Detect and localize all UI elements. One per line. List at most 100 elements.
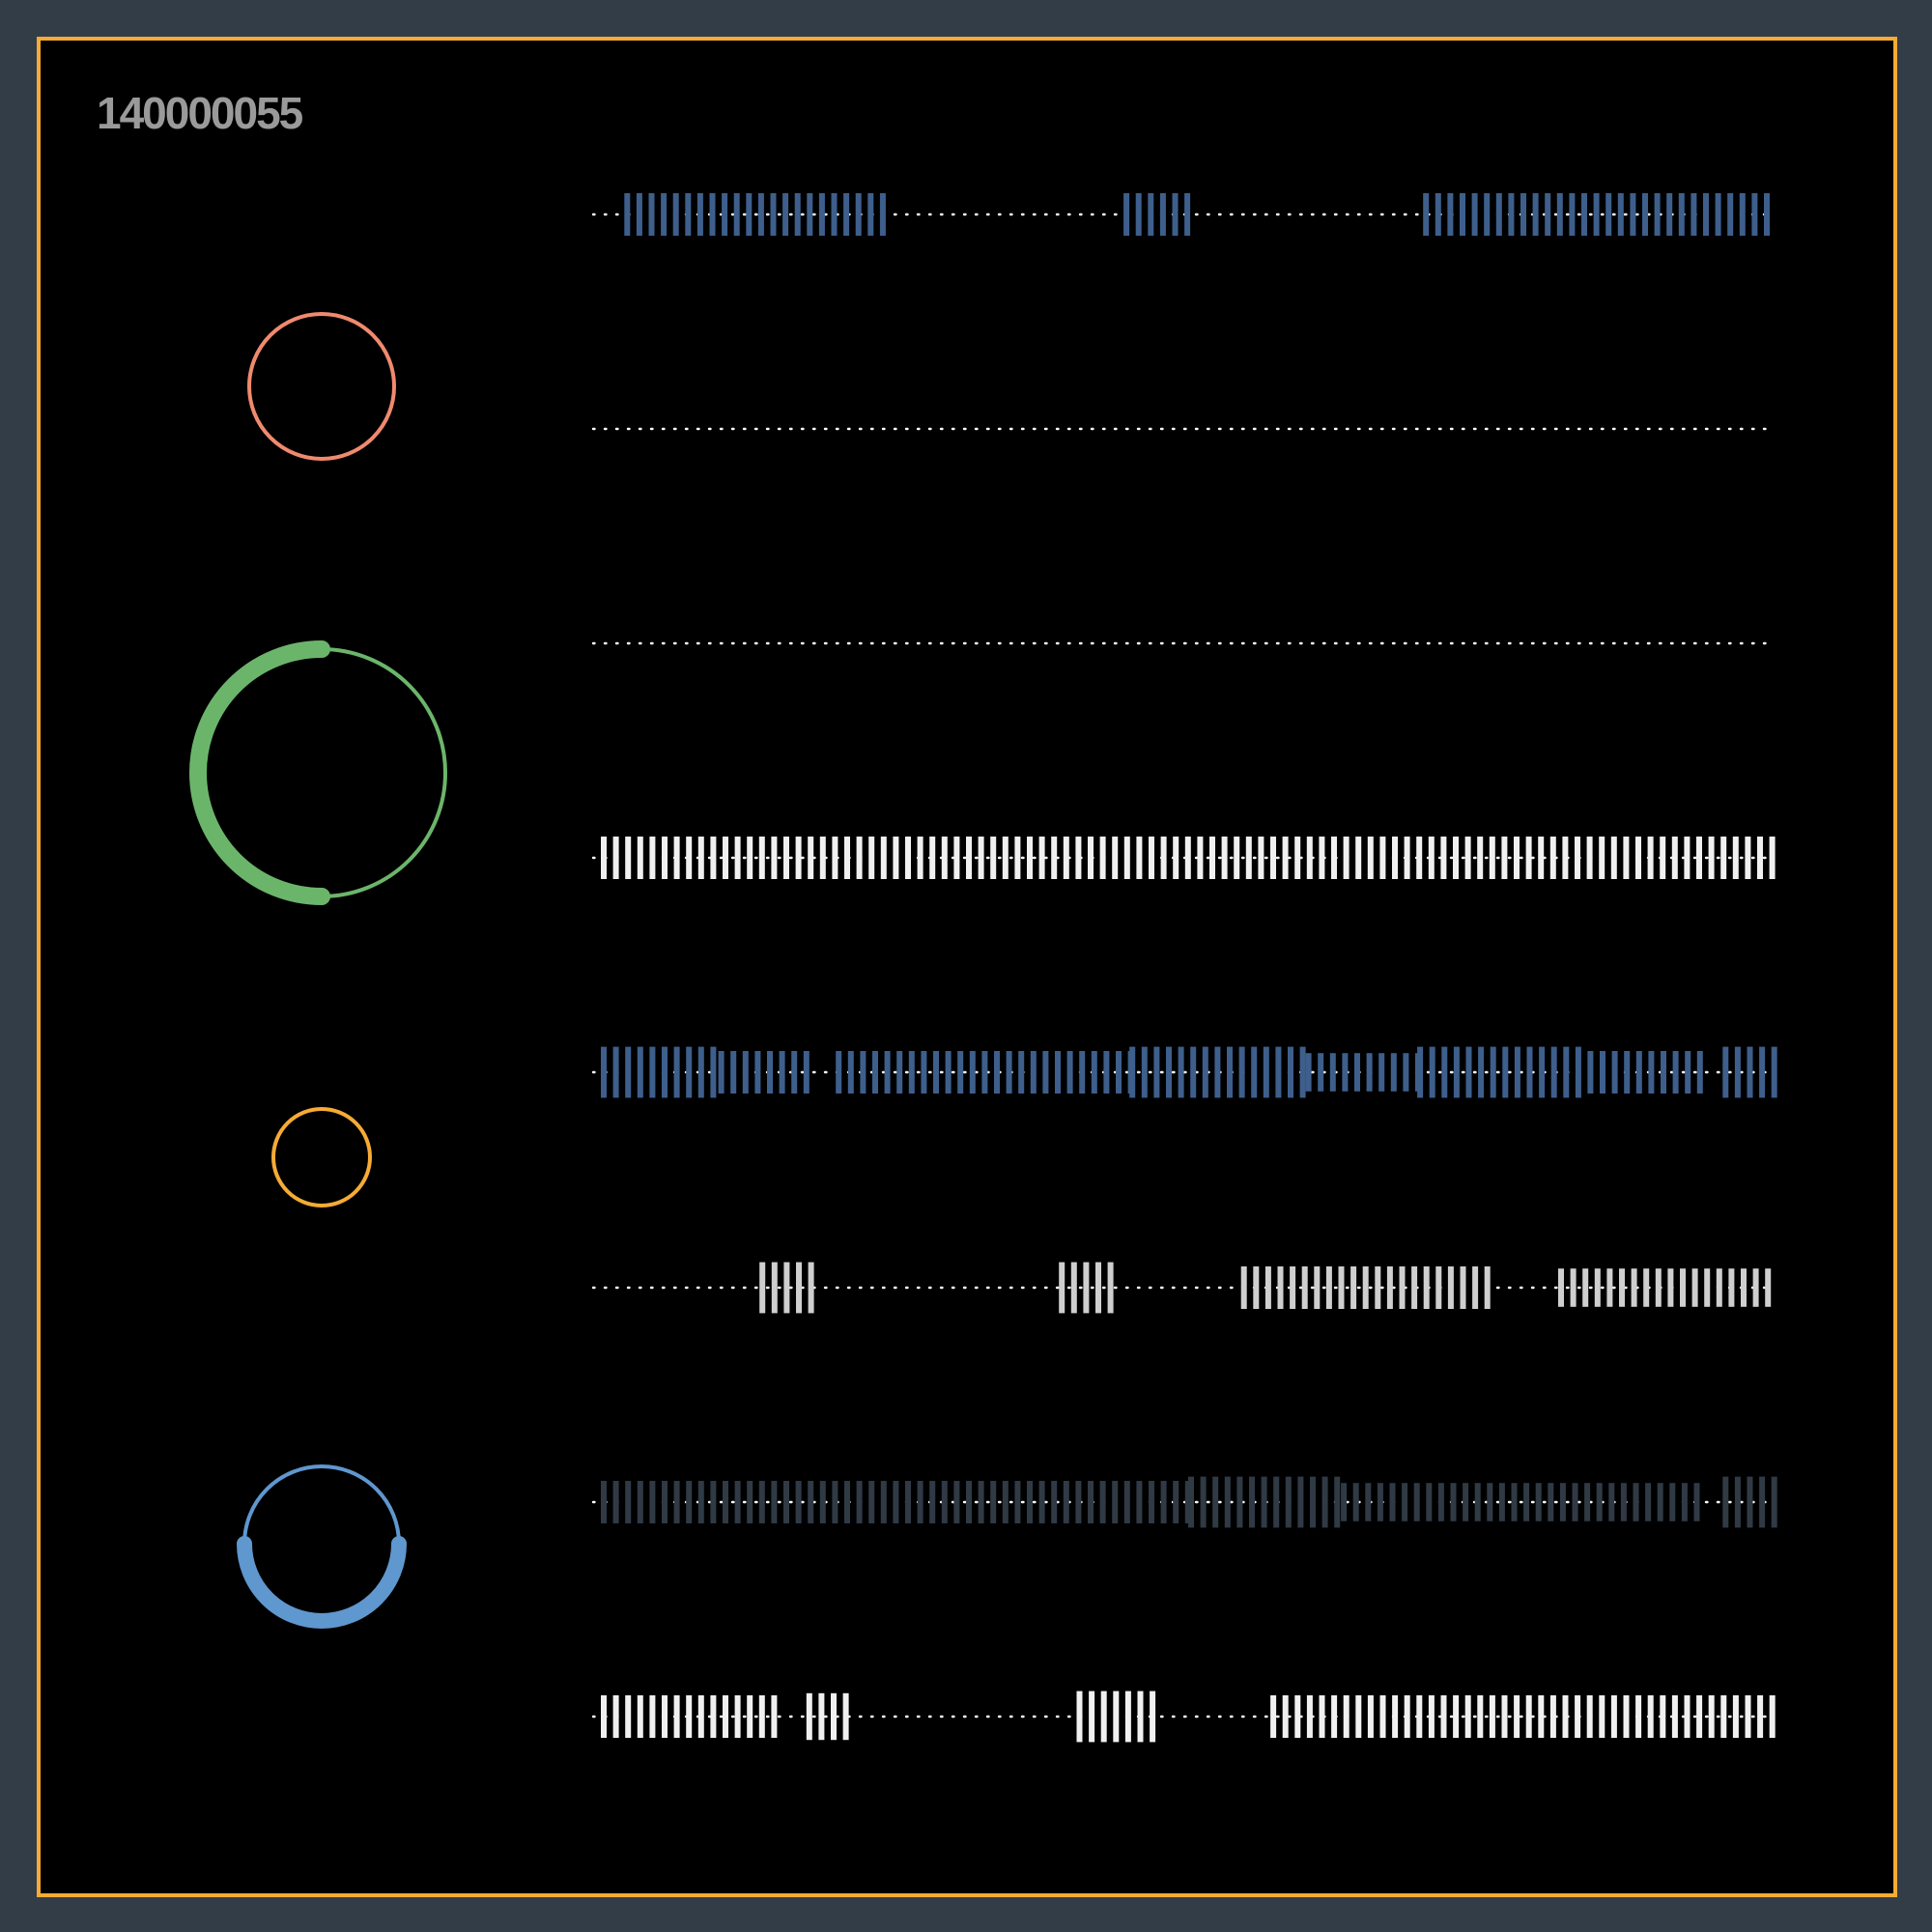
track-4-bar — [662, 837, 668, 879]
track-8-bar — [601, 1695, 607, 1738]
track-7-bar — [966, 1481, 972, 1523]
track-6-bar — [1264, 1266, 1271, 1309]
track-6-bar — [1277, 1266, 1284, 1309]
track-4-bar — [941, 837, 948, 879]
track-4-bar — [612, 837, 619, 879]
track-8-bar — [1660, 1695, 1666, 1738]
track-4-bar — [601, 837, 607, 879]
track-7-bar — [795, 1481, 802, 1523]
track-8-bar — [1089, 1690, 1095, 1743]
track-7-bar — [1212, 1476, 1219, 1528]
track-5-bar — [649, 1046, 656, 1098]
track-5-bar — [1722, 1046, 1729, 1098]
yellow-ring — [271, 1107, 372, 1208]
track-5-bar — [872, 1051, 878, 1094]
track-7-bar — [1548, 1483, 1554, 1521]
track-6-bar — [1582, 1268, 1589, 1307]
track-6-bar — [1680, 1268, 1686, 1307]
track-4-bar — [917, 837, 923, 879]
track-8-bar — [1367, 1695, 1374, 1738]
track-1-bar — [1484, 193, 1491, 236]
track-8-bar — [1306, 1695, 1313, 1738]
track-4-bar — [1440, 837, 1447, 879]
visualization-canvas — [189, 193, 1777, 1743]
track-4-bar — [880, 837, 887, 879]
track-7-bar — [723, 1481, 728, 1523]
track-8-bar — [1514, 1695, 1520, 1738]
track-4-bar — [1123, 837, 1130, 879]
track-6-bar — [1716, 1268, 1722, 1307]
track-7-bar — [771, 1481, 778, 1523]
track-5-bar — [1490, 1046, 1496, 1098]
track-1-bar — [1471, 193, 1478, 236]
track-7-bar — [917, 1481, 923, 1523]
track-8-bar — [1599, 1695, 1605, 1738]
track-4-bar — [1063, 837, 1069, 879]
track-7-bar — [1681, 1483, 1688, 1521]
track-4-bar — [1562, 837, 1569, 879]
track-1-bar — [867, 193, 874, 236]
track-5-bar — [625, 1046, 632, 1098]
track-7-bar — [844, 1481, 850, 1523]
track-7-bar — [1413, 1483, 1420, 1521]
track-4-bar — [783, 837, 789, 879]
track-5-bar — [767, 1051, 773, 1094]
track-1-bar — [1545, 193, 1551, 236]
track-7-bar — [1608, 1483, 1615, 1521]
track-4-bar — [1538, 837, 1545, 879]
track-4-bar — [1549, 837, 1556, 879]
track-1-bar — [1605, 193, 1612, 236]
track-8-bar — [1124, 1690, 1131, 1743]
track-5-bar — [1587, 1051, 1594, 1094]
track-1-bar — [1508, 193, 1515, 236]
track-5-bar — [1166, 1046, 1172, 1098]
track-1-bar — [733, 193, 740, 236]
track-4-bar — [953, 837, 960, 879]
track-8-bar — [1769, 1695, 1776, 1738]
track-7-bar — [1160, 1481, 1167, 1523]
track-4-bar — [1197, 837, 1204, 879]
track-4-bar — [710, 837, 717, 879]
track-4-bar — [723, 837, 728, 879]
track-5-bar — [1635, 1051, 1642, 1094]
track-1-bar — [1556, 193, 1563, 236]
track-4-bar — [1234, 837, 1240, 879]
track-8-bar — [1294, 1695, 1301, 1738]
track-8-bar — [1745, 1695, 1751, 1738]
track-6-bar — [1059, 1262, 1065, 1314]
track-4-bar — [771, 837, 778, 879]
track-8-bar — [1647, 1695, 1654, 1738]
track-5-bar — [637, 1046, 643, 1098]
track-1-bar — [1630, 193, 1636, 236]
track-4-bar — [1525, 837, 1532, 879]
track-1-bar — [1617, 193, 1624, 236]
track-6-bar — [1350, 1266, 1357, 1309]
track-1-bar — [1123, 193, 1130, 236]
track-5-bar — [1378, 1053, 1385, 1092]
track-6-bar — [1741, 1268, 1747, 1307]
track-7-bar — [1273, 1476, 1280, 1528]
track-7-bar — [1747, 1476, 1753, 1528]
track-5-bar — [1055, 1051, 1061, 1094]
track-5-bar — [1696, 1051, 1703, 1094]
track-4-bar — [832, 837, 838, 879]
track-7-bar — [978, 1481, 984, 1523]
track-4-bar — [1501, 837, 1508, 879]
track-6-bar — [1338, 1266, 1345, 1309]
track-4-bar — [856, 837, 863, 879]
track-7-bar — [1426, 1483, 1433, 1521]
track-8-bar — [1440, 1695, 1447, 1738]
track-7-bar — [1123, 1481, 1130, 1523]
track-5-bar — [1178, 1046, 1184, 1098]
track-7-bar — [1027, 1481, 1033, 1523]
track-6-bar — [1570, 1268, 1577, 1307]
track-4-bar — [1732, 837, 1739, 879]
track-4-bar — [1002, 837, 1009, 879]
track-6-bar — [1728, 1268, 1735, 1307]
track-7-bar — [686, 1481, 693, 1523]
track-4-bar — [1757, 837, 1763, 879]
track-7-bar — [1693, 1483, 1700, 1521]
track-5-bar — [1116, 1051, 1122, 1094]
track-6-bar — [1240, 1266, 1247, 1309]
track-1-bar — [1593, 193, 1600, 236]
